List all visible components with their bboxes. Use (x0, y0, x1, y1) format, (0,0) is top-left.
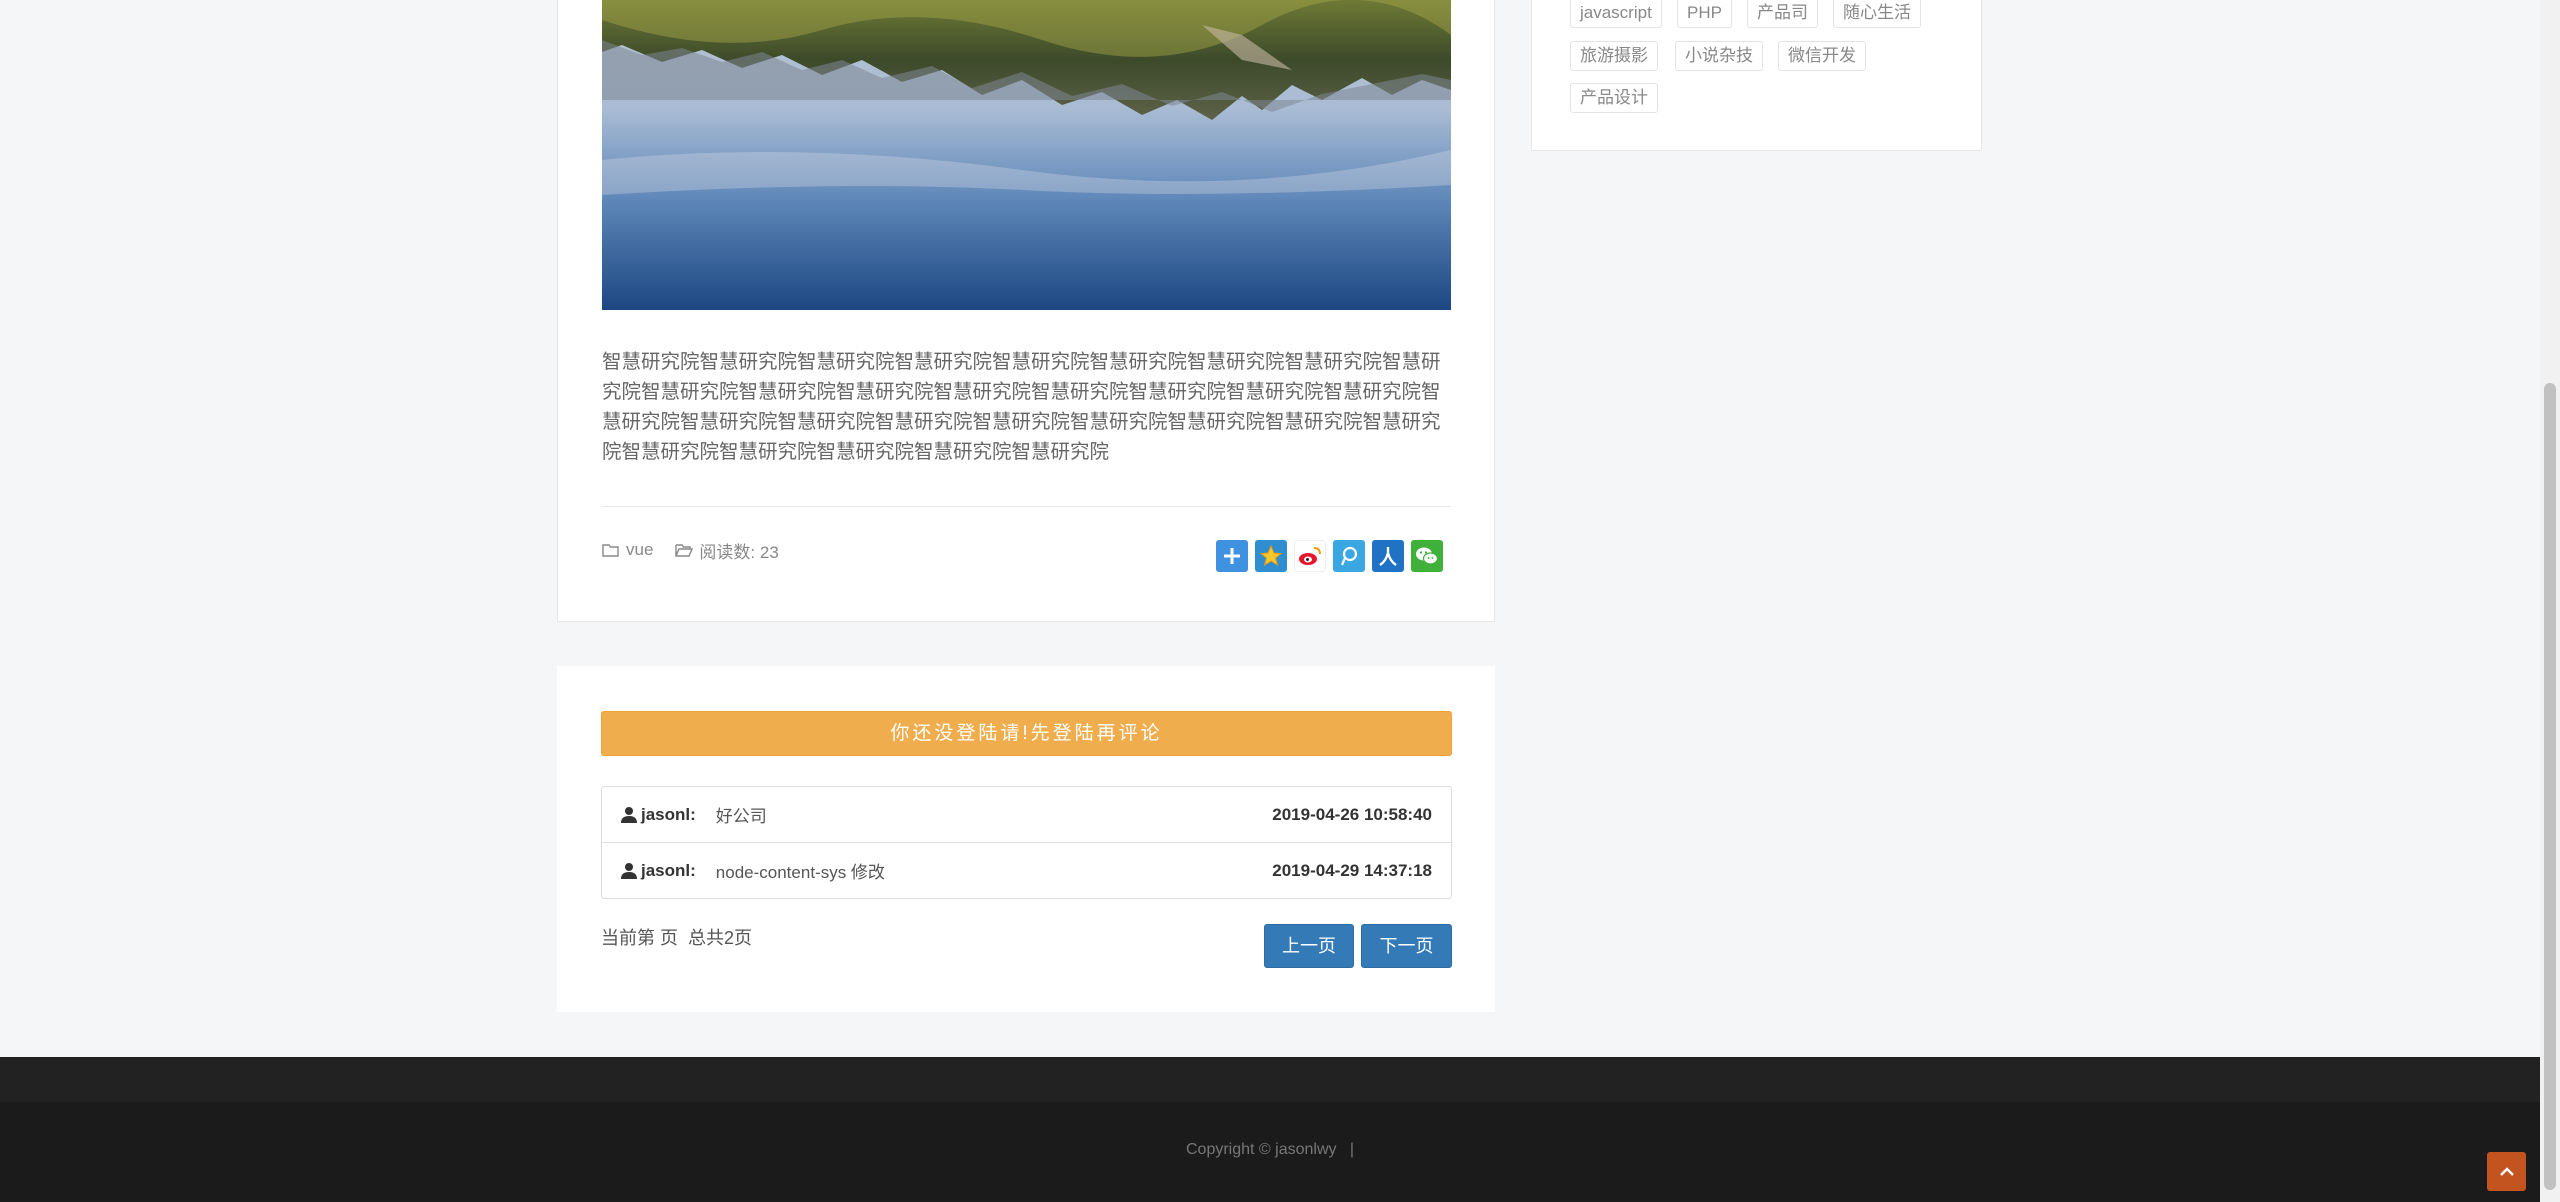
comment-username: jasonl: (641, 860, 696, 880)
wechat-icon[interactable] (1411, 540, 1443, 572)
tag-javascript[interactable]: javascript (1570, 0, 1662, 28)
comment-time: 2019-04-29 14:37:18 (1272, 860, 1432, 880)
comment-item: jasonl: 好公司 2019-04-26 10:58:40 (602, 787, 1451, 842)
user-icon (621, 862, 637, 879)
renren-icon[interactable] (1372, 540, 1404, 572)
article-category[interactable]: vue (626, 540, 653, 560)
footer: Copyright © jasonlwy | (0, 1102, 2540, 1202)
tag-cloud-card: javascript PHP 产品司 随心生活 旅游摄影 小说杂技 微信开发 产… (1531, 0, 1982, 151)
footer-copyright: Copyright © jasonlwy | (1185, 1141, 1354, 1158)
article-meta: vue 阅读数: 23 (602, 538, 779, 562)
article-read-count: 阅读数: 23 (699, 542, 779, 562)
share-plus-icon[interactable] (1216, 540, 1248, 572)
tencent-weibo-icon[interactable] (1333, 540, 1365, 572)
comment-text: 好公司 (715, 807, 767, 826)
qzone-icon[interactable] (1255, 540, 1287, 572)
folder-icon (602, 544, 619, 557)
comment-text: node-content-sys 修改 (715, 863, 885, 882)
tag-wechat-dev[interactable]: 微信开发 (1778, 41, 1866, 71)
scrollbar-thumb[interactable] (2544, 383, 2556, 1190)
tag-travel-photo[interactable]: 旅游摄影 (1570, 41, 1658, 71)
folder-open-icon (675, 544, 694, 557)
tag-novel[interactable]: 小说杂技 (1675, 41, 1763, 71)
article-cover-image (602, 0, 1451, 310)
weibo-icon[interactable] (1294, 540, 1326, 572)
login-to-comment-button[interactable]: 你还没登陆请!先登陆再评论 (601, 711, 1452, 756)
comment-item: jasonl: node-content-sys 修改 2019-04-29 1… (602, 842, 1451, 898)
comment-list: jasonl: 好公司 2019-04-26 10:58:40 jasonl: … (601, 786, 1452, 899)
footer-top-band (0, 1057, 2540, 1102)
comment-user: jasonl: (621, 861, 696, 881)
article-card: 智慧研究院智慧研究院智慧研究院智慧研究院智慧研究院智慧研究院智慧研究院智慧研究院… (557, 0, 1495, 622)
prev-page-button[interactable]: 上一页 (1264, 924, 1354, 968)
tag-product[interactable]: 产品司 (1747, 0, 1818, 28)
next-page-button[interactable]: 下一页 (1361, 924, 1452, 968)
tag-product-design[interactable]: 产品设计 (1570, 83, 1658, 113)
back-to-top-button[interactable] (2487, 1152, 2526, 1191)
comment-time: 2019-04-26 10:58:40 (1272, 804, 1432, 824)
tag-life[interactable]: 随心生活 (1833, 0, 1921, 28)
comment-card: 你还没登陆请!先登陆再评论 jasonl: 好公司 2019-04-26 10:… (557, 666, 1495, 1012)
tag-php[interactable]: PHP (1677, 0, 1732, 28)
article-body: 智慧研究院智慧研究院智慧研究院智慧研究院智慧研究院智慧研究院智慧研究院智慧研究院… (602, 351, 1441, 463)
chevron-up-icon (2499, 1166, 2514, 1176)
comment-username: jasonl: (641, 804, 696, 824)
share-toolbar (1216, 540, 1443, 572)
pagination-info: 当前第 页 总共2页 (601, 928, 753, 948)
comment-user: jasonl: (621, 805, 696, 825)
user-icon (621, 806, 637, 823)
article-divider (602, 506, 1451, 507)
